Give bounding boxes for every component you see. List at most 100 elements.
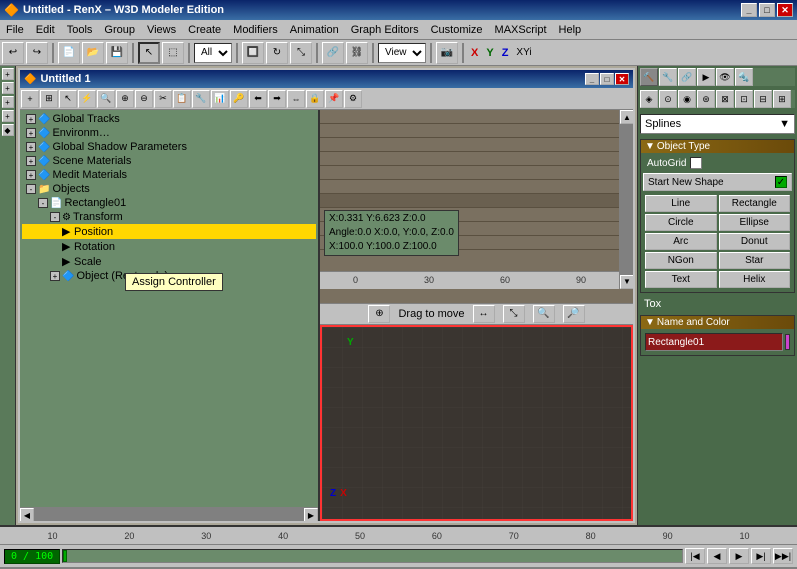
rt-modify-btn[interactable]: 🔧 — [659, 68, 677, 86]
line-button[interactable]: Line — [645, 195, 717, 212]
start-new-shape-check[interactable]: ✓ — [775, 176, 787, 188]
inner-tb-btn-10[interactable]: 🔧 — [192, 90, 210, 108]
rt-hierarchy-btn[interactable]: 🔗 — [678, 68, 696, 86]
tree-item-global-tracks[interactable]: + 🔷 Global Tracks — [22, 112, 316, 126]
left-tb-btn1[interactable]: + — [2, 68, 14, 80]
tree-item-scene-materials[interactable]: + 🔷 Scene Materials — [22, 154, 316, 168]
track-scroll-down[interactable]: ▼ — [620, 275, 633, 289]
left-tb-btn5[interactable]: ◆ — [2, 124, 14, 136]
rt-btn-h[interactable]: ⊞ — [773, 90, 791, 108]
splines-dropdown[interactable]: Splines ▼ — [640, 114, 795, 134]
inner-tb-btn-14[interactable]: ➡ — [268, 90, 286, 108]
rt-btn-a[interactable]: ◈ — [640, 90, 658, 108]
menu-animation[interactable]: Animation — [284, 20, 345, 39]
expand-medit-materials[interactable]: + — [26, 170, 36, 180]
rt-btn-d[interactable]: ⊛ — [697, 90, 715, 108]
menu-help[interactable]: Help — [553, 20, 588, 39]
tree-item-rotation[interactable]: ▶ Rotation — [22, 239, 316, 254]
expand-objects[interactable]: - — [26, 184, 36, 194]
track-scroll-up[interactable]: ▲ — [620, 110, 633, 124]
tree-item-position[interactable]: ▶ Position — [22, 224, 316, 239]
tree-item-objects[interactable]: - 📁 Objects — [22, 182, 316, 196]
autogrid-checkbox[interactable] — [690, 157, 702, 169]
expand-environment[interactable]: + — [26, 128, 36, 138]
drag-btn-2[interactable]: ↔ — [473, 305, 495, 323]
inner-close-button[interactable]: ✕ — [615, 73, 629, 85]
track-v-scrollbar[interactable]: ▲ ▼ — [619, 110, 633, 289]
all-select[interactable]: All — [194, 43, 232, 63]
time-counter[interactable]: 0 / 100 — [4, 549, 60, 564]
inner-tb-btn-15[interactable]: ⇔ — [287, 90, 305, 108]
tree-item-medit-materials[interactable]: + 🔷 Medit Materials — [22, 168, 316, 182]
ellipse-button[interactable]: Ellipse — [719, 214, 791, 231]
link-button[interactable]: 🔗 — [322, 42, 344, 64]
go-start-button[interactable]: |◀ — [685, 548, 705, 564]
tree-item-transform[interactable]: - ⚙ Transform — [22, 210, 316, 224]
ngon-button[interactable]: NGon — [645, 252, 717, 269]
text-button[interactable]: Text — [645, 271, 717, 288]
close-button[interactable]: ✕ — [777, 3, 793, 17]
menu-modifiers[interactable]: Modifiers — [227, 20, 284, 39]
inner-tb-btn-11[interactable]: 📊 — [211, 90, 229, 108]
minimize-button[interactable]: _ — [741, 3, 757, 17]
inner-tb-btn-1[interactable]: + — [21, 90, 39, 108]
tree-scroll-track[interactable] — [34, 508, 304, 521]
inner-tb-btn-9[interactable]: 📋 — [173, 90, 191, 108]
arc-button[interactable]: Arc — [645, 233, 717, 250]
inner-maximize-button[interactable]: □ — [600, 73, 614, 85]
helix-button[interactable]: Helix — [719, 271, 791, 288]
play-button[interactable]: ▶ — [729, 548, 749, 564]
expand-transform[interactable]: - — [50, 212, 60, 222]
rt-btn-e[interactable]: ⊠ — [716, 90, 734, 108]
start-new-shape-button[interactable]: Start New Shape ✓ — [643, 173, 792, 191]
object-type-collapse[interactable]: ▼ — [645, 141, 655, 152]
undo-button[interactable]: ↩ — [2, 42, 24, 64]
timeline-thumb[interactable] — [63, 550, 67, 562]
inner-tb-btn-13[interactable]: ⬅ — [249, 90, 267, 108]
donut-button[interactable]: Donut — [719, 233, 791, 250]
inner-tb-btn-6[interactable]: ⊕ — [116, 90, 134, 108]
inner-tb-btn-4[interactable]: ⚡ — [78, 90, 96, 108]
rt-btn-f[interactable]: ⊡ — [735, 90, 753, 108]
expand-scene-materials[interactable]: + — [26, 156, 36, 166]
inner-tb-btn-5[interactable]: 🔍 — [97, 90, 115, 108]
expand-global-tracks[interactable]: + — [26, 114, 36, 124]
redo-button[interactable]: ↪ — [26, 42, 48, 64]
menu-maxscript[interactable]: MAXScript — [489, 20, 553, 39]
menu-tools[interactable]: Tools — [61, 20, 99, 39]
tree-view[interactable]: + 🔷 Global Tracks + 🔷 Environm… — [20, 110, 318, 507]
inner-tb-btn-2[interactable]: ⊞ — [40, 90, 58, 108]
main-3d-viewport[interactable]: Y Z X — [320, 325, 633, 522]
next-frame-button[interactable]: ▶| — [751, 548, 771, 564]
open-button[interactable]: 📂 — [82, 42, 104, 64]
rt-btn-g[interactable]: ⊟ — [754, 90, 772, 108]
rotate-button[interactable]: ↻ — [266, 42, 288, 64]
tree-scroll-right[interactable]: ▶ — [304, 508, 318, 521]
expand-rectangle01[interactable]: - — [38, 198, 48, 208]
drag-btn-3[interactable]: ⤡ — [503, 305, 525, 323]
tree-item-scale[interactable]: ▶ Scale — [22, 254, 316, 269]
tree-item-rectangle01[interactable]: - 📄 Rectangle01 — [22, 196, 316, 210]
drag-btn-4[interactable]: 🔍 — [533, 305, 555, 323]
color-swatch[interactable] — [785, 334, 790, 350]
menu-graph-editors[interactable]: Graph Editors — [345, 20, 425, 39]
tree-scroll-left[interactable]: ◀ — [20, 508, 34, 521]
select2-button[interactable]: ⬚ — [162, 42, 184, 64]
track-scroll-track[interactable] — [620, 124, 633, 275]
left-tb-btn3[interactable]: + — [2, 96, 14, 108]
scale-button[interactable]: ⤡ — [290, 42, 312, 64]
drag-to-move-bar[interactable]: ⊕ Drag to move ↔ ⤡ 🔍 🔎 — [320, 303, 633, 325]
maximize-button[interactable]: □ — [759, 3, 775, 17]
inner-tb-btn-7[interactable]: ⊖ — [135, 90, 153, 108]
left-tb-btn4[interactable]: + — [2, 110, 14, 122]
unlink-button[interactable]: ⛓ — [346, 42, 368, 64]
rectangle-button[interactable]: Rectangle — [719, 195, 791, 212]
inner-tb-btn-8[interactable]: ✂ — [154, 90, 172, 108]
inner-tb-btn-17[interactable]: 📌 — [325, 90, 343, 108]
timeline-slider[interactable] — [62, 549, 683, 563]
rt-utilities-btn[interactable]: 🔩 — [735, 68, 753, 86]
view-select[interactable]: View — [378, 43, 426, 63]
name-color-collapse[interactable]: ▼ — [645, 317, 655, 328]
inner-minimize-button[interactable]: _ — [585, 73, 599, 85]
menu-edit[interactable]: Edit — [30, 20, 61, 39]
